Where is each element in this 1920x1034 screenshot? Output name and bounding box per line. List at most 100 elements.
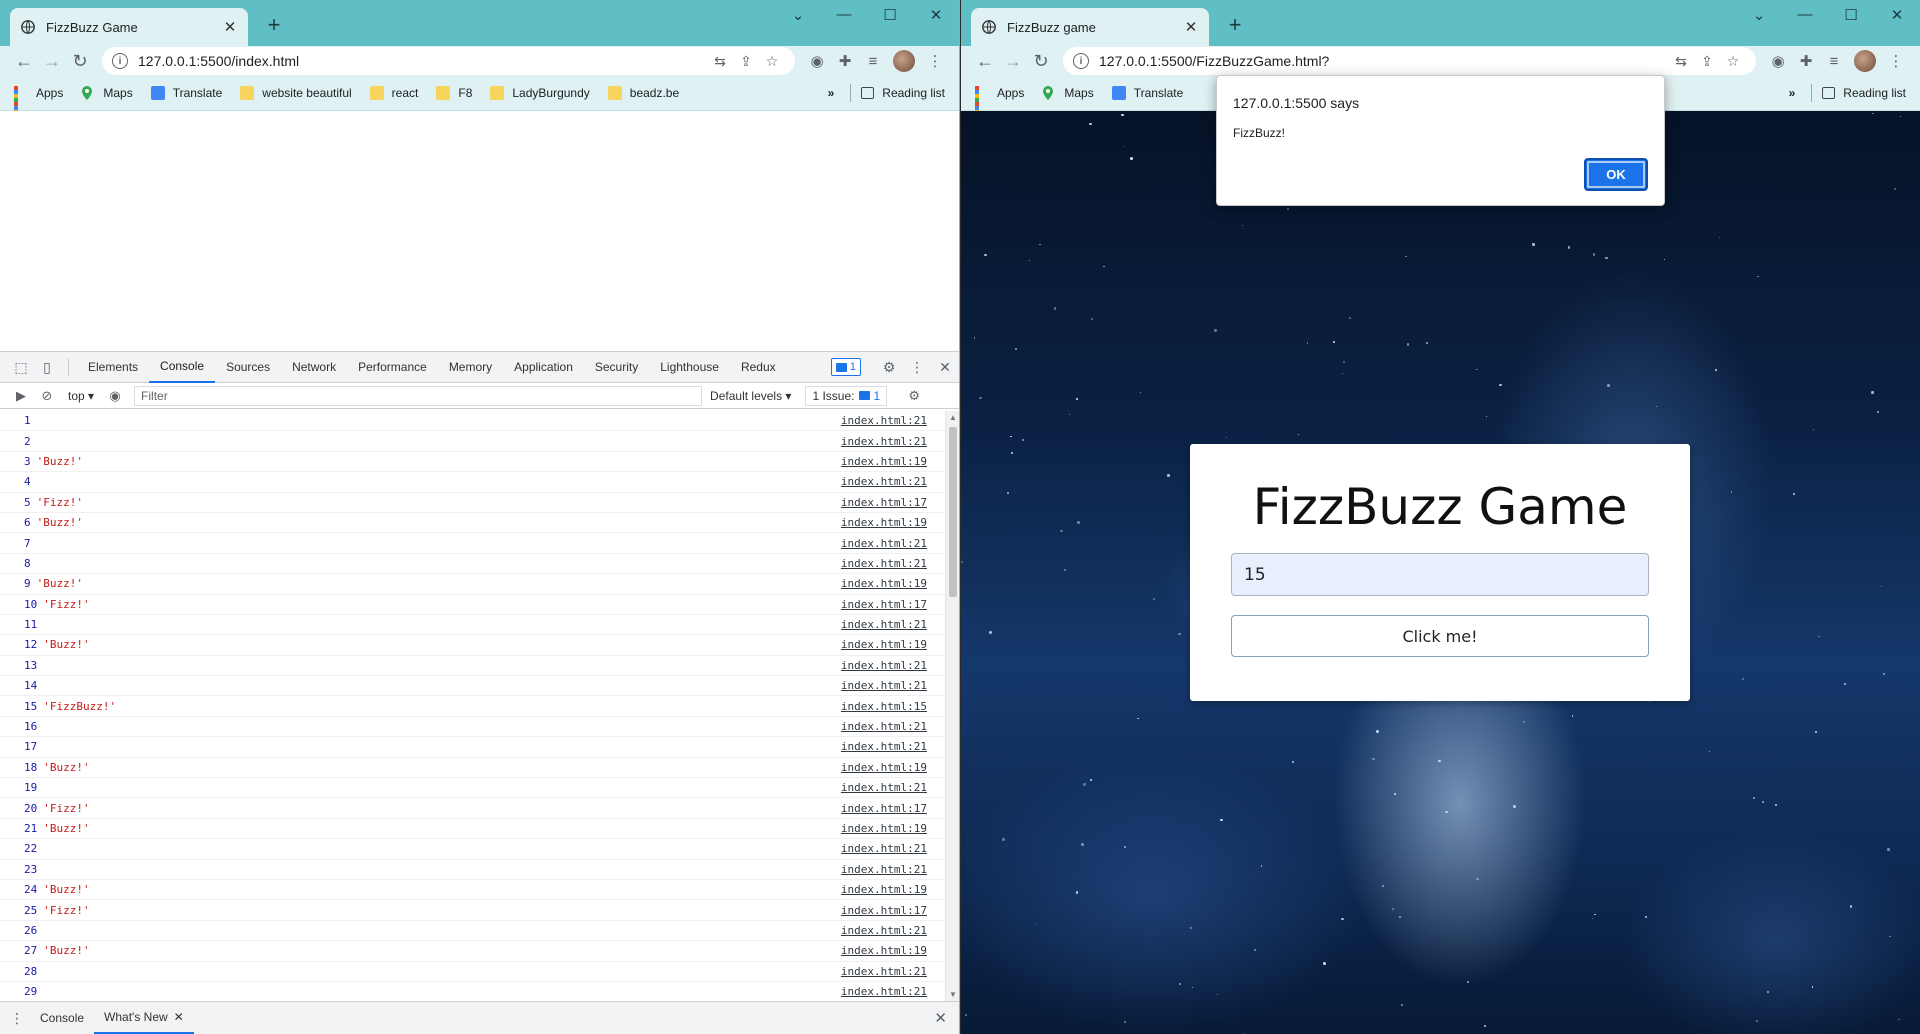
window-close-icon[interactable]: ✕ bbox=[913, 6, 959, 24]
more-bookmarks-icon[interactable]: » bbox=[1789, 86, 1796, 100]
close-tab-icon[interactable]: ✕ bbox=[174, 1010, 184, 1024]
collapse-chevron-icon[interactable]: ⌄ bbox=[775, 6, 821, 24]
log-source-link[interactable]: index.html:21 bbox=[841, 842, 927, 855]
scroll-down-icon[interactable]: ▼ bbox=[946, 990, 959, 999]
log-source-link[interactable]: index.html:21 bbox=[841, 557, 927, 570]
bookmark-star-icon[interactable]: ☆ bbox=[759, 53, 785, 70]
device-toolbar-icon[interactable]: ▯ bbox=[34, 359, 60, 376]
menu-kebab-icon[interactable]: ⋮ bbox=[1882, 52, 1910, 70]
bookmark-f8[interactable]: F8 bbox=[436, 86, 472, 100]
number-input[interactable]: 15 bbox=[1231, 553, 1649, 596]
close-devtools-icon[interactable]: ✕ bbox=[931, 359, 959, 376]
drawer-tab-console[interactable]: Console bbox=[30, 1002, 94, 1034]
devtools-tab-console[interactable]: Console bbox=[149, 352, 216, 383]
log-source-link[interactable]: index.html:19 bbox=[841, 577, 927, 590]
live-expression-eye-icon[interactable]: ◉ bbox=[102, 388, 128, 404]
devtools-tab-elements[interactable]: Elements bbox=[77, 352, 149, 383]
issues-badge[interactable]: 1 bbox=[830, 358, 861, 376]
log-source-link[interactable]: index.html:19 bbox=[841, 883, 927, 896]
log-source-link[interactable]: index.html:21 bbox=[841, 414, 927, 427]
tab-fizzbuzz-game[interactable]: FizzBuzz Game ✕ bbox=[10, 8, 248, 46]
camera-icon[interactable]: ◉ bbox=[803, 52, 831, 70]
log-source-link[interactable]: index.html:21 bbox=[841, 679, 927, 692]
devtools-tab-network[interactable]: Network bbox=[281, 352, 347, 383]
collapse-chevron-icon[interactable]: ⌄ bbox=[1736, 6, 1782, 24]
log-source-link[interactable]: index.html:17 bbox=[841, 598, 927, 611]
maximize-icon[interactable]: ☐ bbox=[867, 6, 913, 24]
window-close-icon[interactable]: ✕ bbox=[1874, 6, 1920, 24]
drawer-menu-kebab-icon[interactable]: ⋮ bbox=[10, 1010, 24, 1027]
reload-icon[interactable]: ↻ bbox=[1027, 51, 1055, 72]
log-source-link[interactable]: index.html:19 bbox=[841, 761, 927, 774]
new-tab-icon[interactable]: + bbox=[1223, 12, 1247, 38]
site-info-icon[interactable]: i bbox=[112, 53, 128, 69]
minimize-icon[interactable]: — bbox=[1782, 6, 1828, 24]
back-icon[interactable]: ← bbox=[971, 51, 999, 72]
log-source-link[interactable]: index.html:15 bbox=[841, 700, 927, 713]
minimize-icon[interactable]: — bbox=[821, 6, 867, 24]
back-icon[interactable]: ← bbox=[10, 51, 38, 72]
extensions-puzzle-icon[interactable]: ✚ bbox=[1792, 52, 1820, 70]
log-source-link[interactable]: index.html:21 bbox=[841, 475, 927, 488]
log-source-link[interactable]: index.html:21 bbox=[841, 659, 927, 672]
bookmark-apps[interactable]: Apps bbox=[975, 86, 1024, 122]
reload-icon[interactable]: ↻ bbox=[66, 51, 94, 72]
settings-gear-icon[interactable]: ⚙ bbox=[875, 359, 903, 376]
tab-close-icon[interactable]: ✕ bbox=[1183, 18, 1199, 36]
log-source-link[interactable]: index.html:17 bbox=[841, 904, 927, 917]
bookmark-apps[interactable]: Apps bbox=[14, 86, 63, 122]
profile-avatar[interactable] bbox=[1854, 50, 1876, 72]
devtools-menu-kebab-icon[interactable]: ⋮ bbox=[903, 359, 931, 376]
tab-close-icon[interactable]: ✕ bbox=[222, 18, 238, 36]
more-bookmarks-icon[interactable]: » bbox=[828, 86, 835, 100]
extensions-puzzle-icon[interactable]: ✚ bbox=[831, 52, 859, 70]
media-queue-icon[interactable]: ≡ bbox=[1820, 53, 1848, 70]
sidebar-toggle-icon[interactable]: ▶ bbox=[8, 388, 34, 404]
drawer-tab-whats-new[interactable]: What's New ✕ bbox=[94, 1002, 194, 1034]
log-source-link[interactable]: index.html:21 bbox=[841, 965, 927, 978]
click-me-button[interactable]: Click me! bbox=[1231, 615, 1649, 657]
menu-kebab-icon[interactable]: ⋮ bbox=[921, 52, 949, 70]
devtools-tab-redux[interactable]: Redux bbox=[730, 352, 787, 383]
devtools-tab-security[interactable]: Security bbox=[584, 352, 649, 383]
console-scrollbar[interactable]: ▲ ▼ bbox=[945, 411, 959, 1001]
console-filter-input[interactable]: Filter bbox=[134, 385, 703, 406]
log-source-link[interactable]: index.html:19 bbox=[841, 638, 927, 651]
close-drawer-icon[interactable]: ✕ bbox=[934, 1009, 947, 1027]
bookmark-maps[interactable]: Maps bbox=[1042, 86, 1094, 100]
address-bar[interactable]: i 127.0.0.1:5500/index.html ⇆ ⇪ ☆ bbox=[102, 47, 795, 75]
log-source-link[interactable]: index.html:21 bbox=[841, 863, 927, 876]
clear-console-icon[interactable]: ⊘ bbox=[34, 388, 60, 404]
devtools-tab-application[interactable]: Application bbox=[503, 352, 584, 383]
devtools-tab-sources[interactable]: Sources bbox=[215, 352, 281, 383]
devtools-tab-memory[interactable]: Memory bbox=[438, 352, 503, 383]
reading-list-button[interactable]: Reading list bbox=[882, 86, 945, 100]
media-queue-icon[interactable]: ≡ bbox=[859, 53, 887, 70]
forward-icon[interactable]: → bbox=[999, 51, 1027, 72]
share-icon[interactable]: ⇪ bbox=[733, 53, 759, 70]
context-selector[interactable]: top ▾ bbox=[60, 389, 102, 403]
log-source-link[interactable]: index.html:17 bbox=[841, 802, 927, 815]
translate-page-icon[interactable]: ⇆ bbox=[707, 53, 733, 70]
bookmark-react[interactable]: react bbox=[369, 86, 418, 100]
maximize-icon[interactable]: ☐ bbox=[1828, 6, 1874, 24]
camera-icon[interactable]: ◉ bbox=[1764, 52, 1792, 70]
log-source-link[interactable]: index.html:19 bbox=[841, 944, 927, 957]
log-source-link[interactable]: index.html:21 bbox=[841, 537, 927, 550]
log-source-link[interactable]: index.html:21 bbox=[841, 435, 927, 448]
devtools-tab-performance[interactable]: Performance bbox=[347, 352, 438, 383]
log-source-link[interactable]: index.html:19 bbox=[841, 455, 927, 468]
log-source-link[interactable]: index.html:21 bbox=[841, 720, 927, 733]
log-source-link[interactable]: index.html:19 bbox=[841, 516, 927, 529]
console-settings-gear-icon[interactable]: ⚙ bbox=[901, 388, 927, 404]
bookmark-translate[interactable]: Translate bbox=[150, 86, 222, 100]
bookmark-website-beautiful[interactable]: website beautiful bbox=[240, 86, 352, 100]
site-info-icon[interactable]: i bbox=[1073, 53, 1089, 69]
issues-counter[interactable]: 1 Issue: 1 bbox=[805, 385, 888, 406]
new-tab-icon[interactable]: + bbox=[262, 12, 286, 38]
scroll-up-icon[interactable]: ▲ bbox=[946, 413, 959, 422]
devtools-tab-lighthouse[interactable]: Lighthouse bbox=[649, 352, 730, 383]
tab-fizzbuzz-game[interactable]: FizzBuzz game ✕ bbox=[971, 8, 1209, 46]
log-source-link[interactable]: index.html:19 bbox=[841, 822, 927, 835]
bookmark-ladyburgundy[interactable]: LadyBurgundy bbox=[490, 86, 590, 100]
